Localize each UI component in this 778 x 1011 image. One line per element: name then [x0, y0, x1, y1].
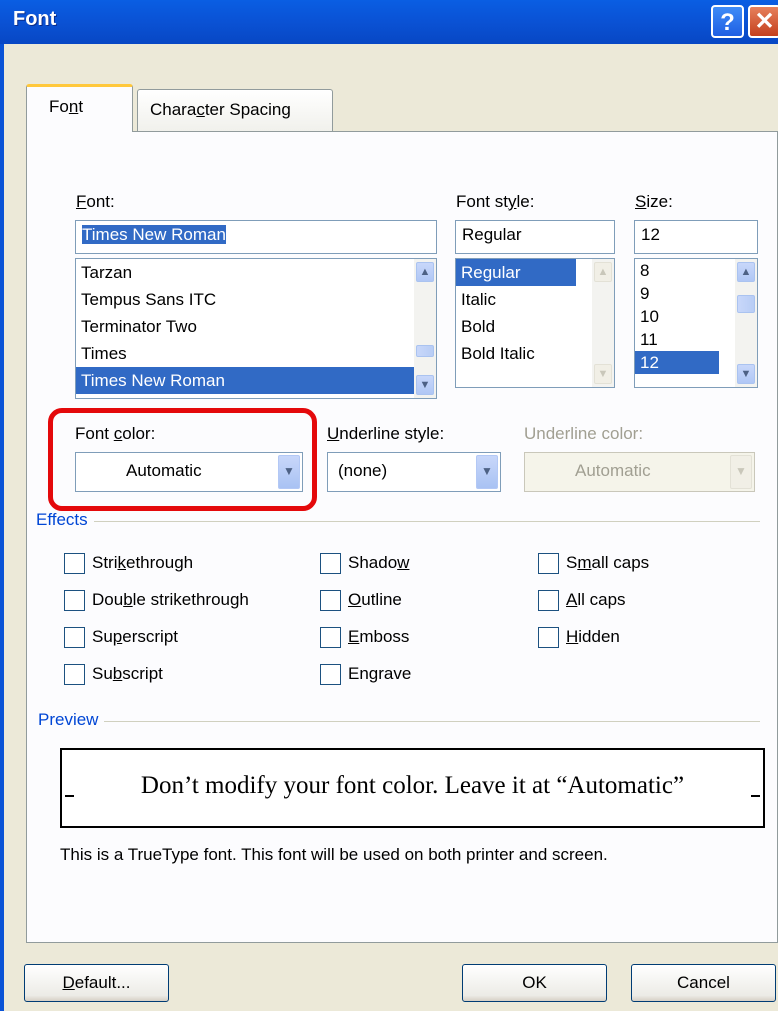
size-label: Size: — [635, 192, 673, 211]
size-list[interactable]: 8 9 10 11 12 ▲ ▼ — [634, 258, 758, 388]
all-caps-checkbox[interactable] — [538, 590, 559, 611]
underline-color-label: Underline color: — [524, 424, 644, 443]
underline-style-label: Underline style: — [327, 424, 445, 443]
shadow-checkbox[interactable] — [320, 553, 341, 574]
list-item[interactable]: Tarzan — [76, 259, 436, 286]
list-item[interactable]: Bold — [456, 313, 614, 340]
emboss-label: Emboss — [348, 627, 410, 646]
size-input[interactable]: 12 — [634, 220, 758, 254]
double-strikethrough-label: Double strikethrough — [92, 590, 249, 609]
scroll-thumb[interactable] — [737, 295, 755, 313]
preview-marker — [751, 795, 760, 797]
list-item[interactable]: Bold Italic — [456, 340, 614, 367]
scroll-up-icon: ▲ — [594, 262, 612, 282]
font-style-list[interactable]: Regular Italic Bold Bold Italic ▲ ▼ — [455, 258, 615, 388]
underline-style-dropdown[interactable]: (none) ▼ — [327, 452, 501, 492]
underline-style-value: (none) — [338, 461, 388, 480]
hidden-checkbox[interactable] — [538, 627, 559, 648]
preview-divider — [40, 721, 760, 722]
list-item[interactable]: Italic — [456, 286, 614, 313]
hidden-label: Hidden — [566, 627, 620, 646]
emboss-checkbox[interactable] — [320, 627, 341, 648]
font-color-highlight — [48, 408, 317, 511]
double-strikethrough-checkbox[interactable] — [64, 590, 85, 611]
superscript-checkbox[interactable] — [64, 627, 85, 648]
strikethrough-label: Strikethrough — [92, 553, 194, 572]
font-list-scrollbar[interactable]: ▲ ▼ — [414, 259, 436, 398]
scroll-down-icon[interactable]: ▼ — [416, 375, 434, 395]
list-item-selected[interactable]: 12 — [635, 351, 719, 374]
scroll-down-icon: ▼ — [594, 364, 612, 384]
font-style-scrollbar: ▲ ▼ — [592, 259, 614, 387]
small-caps-checkbox[interactable] — [538, 553, 559, 574]
help-button[interactable]: ? — [711, 5, 744, 38]
outline-label: Outline — [348, 590, 402, 609]
outline-checkbox[interactable] — [320, 590, 341, 611]
scroll-up-icon[interactable]: ▲ — [416, 262, 434, 282]
effects-group-label: Effects — [36, 510, 94, 530]
scroll-thumb[interactable] — [416, 345, 434, 357]
subscript-label: Subscript — [92, 664, 163, 683]
underline-color-dropdown: Automatic ▼ — [524, 452, 755, 492]
scroll-up-icon[interactable]: ▲ — [737, 262, 755, 282]
engrave-checkbox[interactable] — [320, 664, 341, 685]
size-list-scrollbar[interactable]: ▲ ▼ — [735, 259, 757, 387]
scroll-down-icon[interactable]: ▼ — [737, 364, 755, 384]
close-button[interactable]: ✕ — [748, 5, 778, 38]
truetype-note: This is a TrueType font. This font will … — [60, 845, 608, 864]
chevron-down-icon[interactable]: ▼ — [476, 455, 498, 489]
all-caps-label: All caps — [566, 590, 626, 609]
preview-group-label: Preview — [38, 710, 105, 730]
font-style-input[interactable]: Regular — [455, 220, 615, 254]
list-item-selected[interactable]: Times New Roman — [76, 367, 414, 394]
cancel-button[interactable]: Cancel — [631, 964, 776, 1002]
small-caps-label: Small caps — [566, 553, 650, 572]
font-style-label: Font style: — [456, 192, 535, 211]
chevron-down-icon: ▼ — [730, 455, 752, 489]
superscript-label: Superscript — [92, 627, 178, 646]
default-button[interactable]: Default... — [24, 964, 169, 1002]
dialog-title: Font — [13, 8, 57, 30]
preview-box: Don’t modify your font color. Leave it a… — [60, 748, 765, 828]
list-item[interactable]: Times — [76, 340, 436, 367]
effects-divider — [40, 521, 760, 522]
preview-text: Don’t modify your font color. Leave it a… — [140, 772, 685, 799]
engrave-label: Engrave — [348, 664, 412, 683]
font-label: Font: — [76, 192, 115, 211]
font-list[interactable]: Tarzan Tempus Sans ITC Terminator Two Ti… — [75, 258, 437, 399]
list-item-selected[interactable]: Regular — [456, 259, 576, 286]
tab-character-spacing[interactable]: Character Spacing — [137, 89, 333, 131]
underline-color-value: Automatic — [575, 461, 651, 480]
list-item[interactable]: Tempus Sans ITC — [76, 286, 436, 313]
tab-font[interactable]: Font — [26, 84, 133, 132]
font-input[interactable]: Times New Roman — [75, 220, 437, 254]
list-item[interactable]: Terminator Two — [76, 313, 436, 340]
title-bar — [0, 0, 778, 44]
ok-button[interactable]: OK — [462, 964, 607, 1002]
shadow-label: Shadow — [348, 553, 410, 572]
strikethrough-checkbox[interactable] — [64, 553, 85, 574]
subscript-checkbox[interactable] — [64, 664, 85, 685]
